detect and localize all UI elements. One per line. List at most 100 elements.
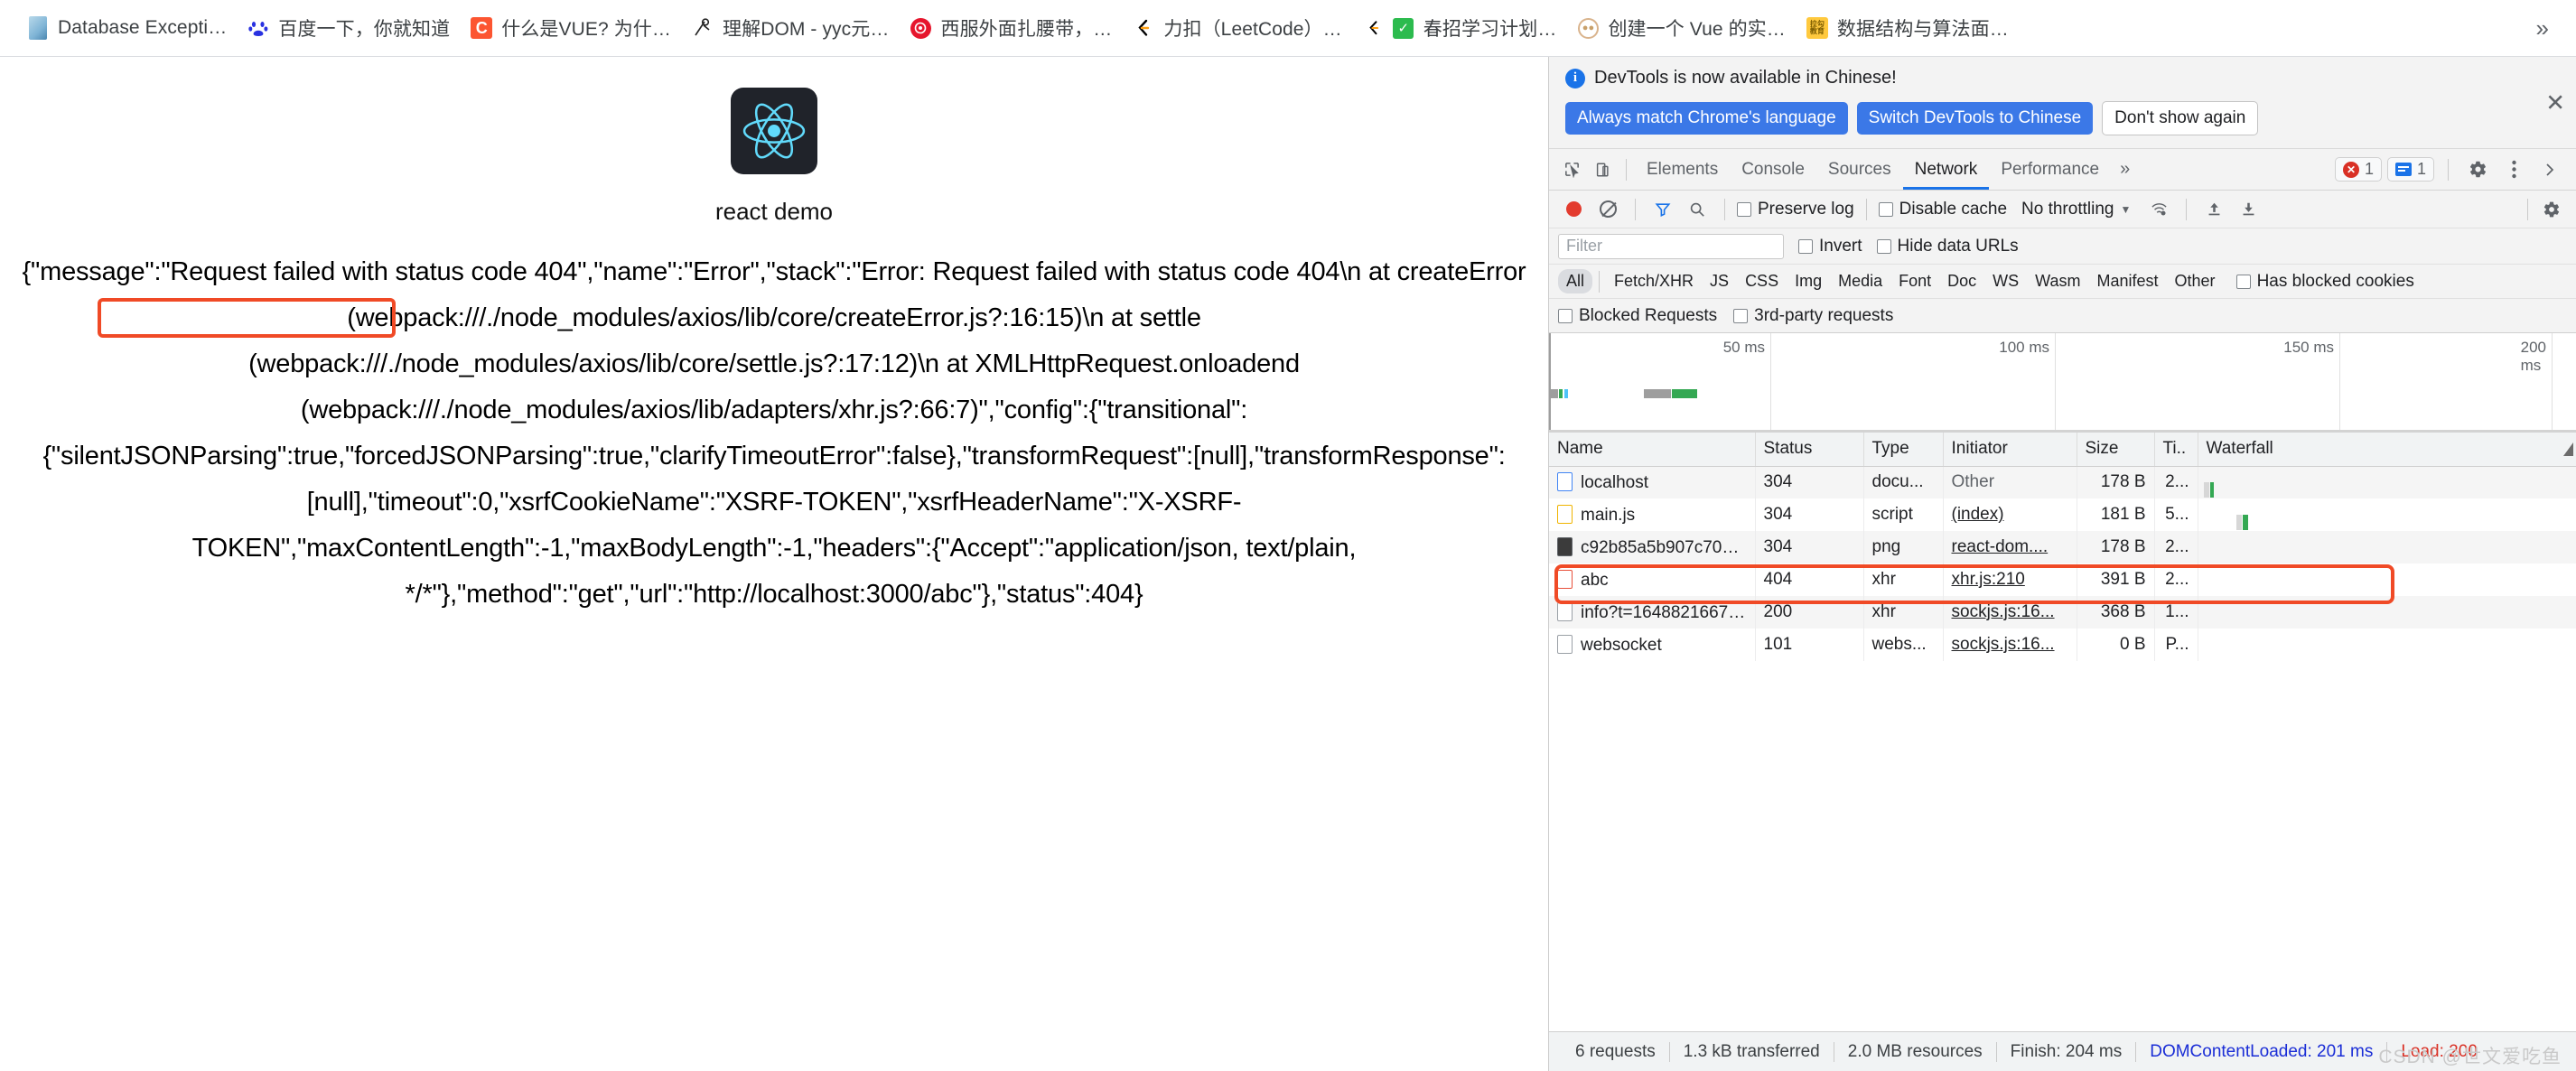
has-blocked-cookies-checkbox[interactable]: Has blocked cookies	[2235, 272, 2414, 292]
preserve-log-label: Preserve log	[1758, 199, 1854, 219]
initiator-link[interactable]: (index)	[1952, 505, 2004, 524]
preserve-log-checkbox[interactable]: Preserve log	[1737, 200, 1854, 219]
row-initiator[interactable]: react-dom....	[1943, 531, 2077, 563]
column-header-size[interactable]: Size	[2077, 433, 2155, 467]
row-initiator[interactable]: xhr.js:210	[1943, 563, 2077, 596]
type-filter-doc[interactable]: Doc	[1939, 269, 1984, 293]
wifi-settings-icon[interactable]	[2143, 195, 2174, 224]
filter-input[interactable]	[1558, 233, 1784, 259]
throttling-select[interactable]: No throttling ▼	[2021, 200, 2131, 219]
type-filter-media[interactable]: Media	[1830, 269, 1890, 293]
tab-console[interactable]: Console	[1730, 150, 1816, 190]
type-filter-all[interactable]: All	[1558, 269, 1593, 293]
network-overview-timeline[interactable]: 50 ms 100 ms 150 ms 200 ms	[1549, 333, 2576, 433]
invert-checkbox[interactable]: Invert	[1798, 237, 1862, 256]
always-match-chrome-language-button[interactable]: Always match Chrome's language	[1565, 102, 1848, 135]
row-name-cell[interactable]: main.js	[1549, 498, 1756, 531]
row-name-cell[interactable]: info?t=1648821667968	[1549, 596, 1756, 629]
timeline-divider	[2552, 333, 2553, 430]
blocked-requests-checkbox[interactable]: Blocked Requests	[1558, 306, 1717, 326]
error-count-chip[interactable]: ✕ 1	[2334, 157, 2382, 182]
hide-data-urls-checkbox[interactable]: Hide data URLs	[1876, 237, 2019, 256]
timeline-divider	[1770, 333, 1771, 430]
disable-cache-checkbox[interactable]: Disable cache	[1878, 200, 2007, 219]
bookmark-item-2[interactable]: C 什么是VUE? 为什…	[460, 10, 681, 46]
close-devtools-icon[interactable]	[2534, 155, 2565, 184]
row-name: localhost	[1581, 472, 1648, 492]
waterfall-bar	[2242, 515, 2248, 530]
column-header-name[interactable]: Name	[1549, 433, 1756, 467]
row-name-cell[interactable]: localhost	[1549, 466, 1756, 498]
close-icon[interactable]: ✕	[2542, 85, 2569, 120]
row-initiator[interactable]: (index)	[1943, 498, 2077, 531]
type-filter-manifest[interactable]: Manifest	[2089, 269, 2167, 293]
column-header-type[interactable]: Type	[1863, 433, 1944, 467]
network-requests-table-wrapper[interactable]: Name Status Type Initiator Size Ti.. Wat…	[1549, 433, 2576, 1031]
type-filter-ws[interactable]: WS	[1984, 269, 2027, 293]
clear-icon[interactable]	[1592, 195, 1623, 224]
import-har-icon[interactable]	[2198, 195, 2229, 224]
search-icon[interactable]	[1682, 195, 1713, 224]
resources-size: 2.0 MB resources	[1847, 1041, 1983, 1061]
bookmark-item-0[interactable]: Database Excepti…	[16, 12, 237, 44]
column-header-status[interactable]: Status	[1755, 433, 1864, 467]
tab-elements[interactable]: Elements	[1635, 150, 1730, 190]
row-initiator[interactable]: sockjs.js:16...	[1943, 629, 2077, 661]
bookmark-item-3[interactable]: 理解DOM - yyc元…	[681, 10, 899, 46]
type-filter-css[interactable]: CSS	[1737, 269, 1787, 293]
column-header-initiator[interactable]: Initiator	[1943, 433, 2077, 467]
row-name-cell[interactable]: abc	[1549, 563, 1756, 596]
table-row[interactable]: main.js 304 script (index) 181 B 5...	[1549, 498, 2576, 531]
record-stop-icon[interactable]	[1558, 195, 1589, 224]
more-vertical-icon[interactable]	[2498, 155, 2529, 184]
type-filter-img[interactable]: Img	[1787, 269, 1830, 293]
switch-devtools-to-chinese-button[interactable]: Switch DevTools to Chinese	[1856, 102, 2094, 135]
bookmark-item-1[interactable]: 百度一下，你就知道	[237, 10, 460, 46]
initiator-link[interactable]: react-dom....	[1952, 537, 2049, 556]
filter-bar: Invert Hide data URLs	[1549, 228, 2576, 265]
column-header-waterfall[interactable]: Waterfall	[2198, 433, 2576, 467]
timeline-divider	[2339, 333, 2340, 430]
type-filter-other[interactable]: Other	[2167, 269, 2224, 293]
table-row[interactable]: abc 404 xhr xhr.js:210 391 B 2...	[1549, 563, 2576, 596]
third-party-requests-checkbox[interactable]: 3rd-party requests	[1733, 306, 1893, 326]
type-filter-wasm[interactable]: Wasm	[2027, 269, 2088, 293]
sort-ascending-icon[interactable]	[2563, 442, 2573, 456]
table-row[interactable]: localhost 304 docu... Other 178 B 2...	[1549, 466, 2576, 498]
row-size: 391 B	[2077, 563, 2155, 596]
column-header-time[interactable]: Ti..	[2154, 433, 2198, 467]
dont-show-again-button[interactable]: Don't show again	[2102, 101, 2259, 135]
bookmark-item-5[interactable]: 力扣（LeetCode）…	[1122, 10, 1351, 46]
type-filter-fetch-xhr[interactable]: Fetch/XHR	[1606, 269, 1702, 293]
bookmark-item-8[interactable]: 拉勾 教育 数据结构与算法面…	[1796, 10, 2019, 46]
type-filter-font[interactable]: Font	[1890, 269, 1939, 293]
warning-count-chip[interactable]: 1	[2386, 157, 2434, 182]
initiator-link[interactable]: sockjs.js:16...	[1952, 635, 2055, 654]
bookmark-item-6[interactable]: ✓ 春招学习计划…	[1352, 10, 1567, 46]
table-row[interactable]: info?t=1648821667968 200 xhr sockjs.js:1…	[1549, 596, 2576, 629]
bookmark-item-4[interactable]: 西服外面扎腰带，…	[899, 10, 1122, 46]
row-name-cell[interactable]: websocket	[1549, 629, 1756, 661]
device-toolbar-icon[interactable]	[1587, 155, 1618, 184]
tab-network[interactable]: Network	[1903, 150, 1990, 190]
inspect-cursor-icon[interactable]	[1556, 155, 1587, 184]
more-tabs-button[interactable]: »	[2111, 159, 2139, 180]
table-row[interactable]: c92b85a5b907c70211f... 304 png react-dom…	[1549, 531, 2576, 563]
row-initiator[interactable]: sockjs.js:16...	[1943, 596, 2077, 629]
filter-funnel-icon[interactable]	[1647, 195, 1678, 224]
table-row[interactable]: websocket 101 webs... sockjs.js:16... 0 …	[1549, 629, 2576, 661]
bookmark-item-7[interactable]: ●● 创建一个 Vue 的实…	[1566, 10, 1795, 46]
row-name-cell[interactable]: c92b85a5b907c70211f...	[1549, 531, 1756, 563]
network-settings-gear-icon[interactable]	[2536, 195, 2567, 224]
row-time: 1...	[2154, 596, 2198, 629]
type-filter-js[interactable]: JS	[1702, 269, 1737, 293]
export-har-icon[interactable]	[2233, 195, 2263, 224]
tab-sources[interactable]: Sources	[1816, 150, 1903, 190]
bookmark-label: 创建一个 Vue 的实…	[1608, 19, 1786, 40]
tab-performance[interactable]: Performance	[1989, 150, 2111, 190]
checkbox-box	[1878, 201, 1893, 217]
bookmark-overflow-button[interactable]: »	[2525, 14, 2560, 42]
gear-icon[interactable]	[2462, 155, 2493, 184]
initiator-link[interactable]: sockjs.js:16...	[1952, 602, 2055, 621]
initiator-link[interactable]: xhr.js:210	[1952, 570, 2025, 589]
